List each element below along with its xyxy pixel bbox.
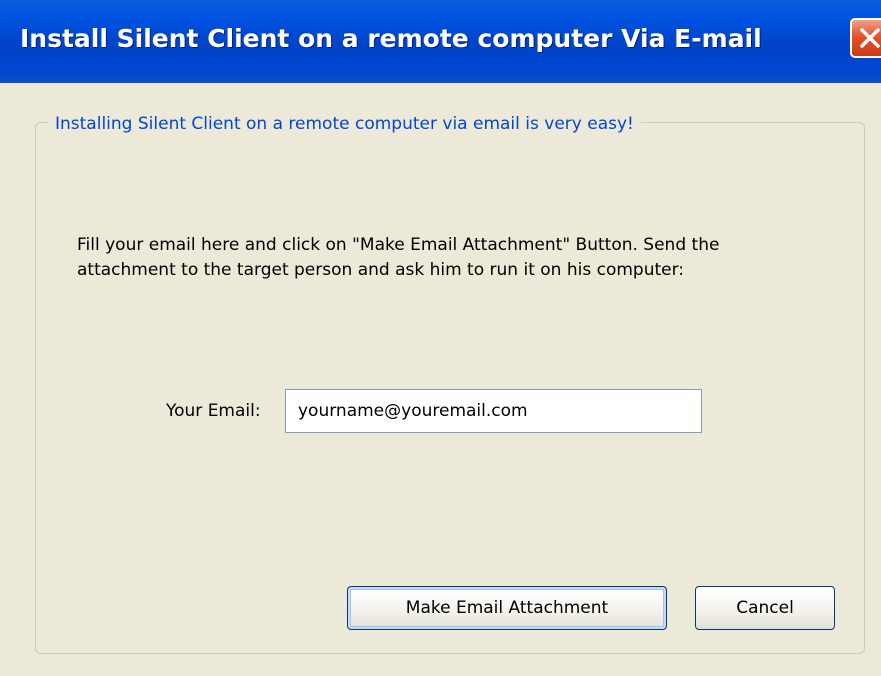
window-title: Install Silent Client on a remote comput…	[20, 24, 762, 53]
title-bar[interactable]: Install Silent Client on a remote comput…	[0, 0, 881, 83]
close-button[interactable]	[850, 18, 881, 58]
email-label: Your Email:	[166, 401, 261, 421]
cancel-button[interactable]: Cancel	[695, 586, 835, 630]
groupbox-legend: Installing Silent Client on a remote com…	[48, 114, 641, 134]
dialog-window: Install Silent Client on a remote comput…	[0, 0, 881, 676]
close-icon	[860, 28, 880, 48]
email-input[interactable]	[285, 389, 702, 433]
install-groupbox	[35, 122, 865, 654]
make-email-attachment-button[interactable]: Make Email Attachment	[347, 586, 667, 630]
instructions-text: Fill your email here and click on "Make …	[77, 235, 720, 280]
